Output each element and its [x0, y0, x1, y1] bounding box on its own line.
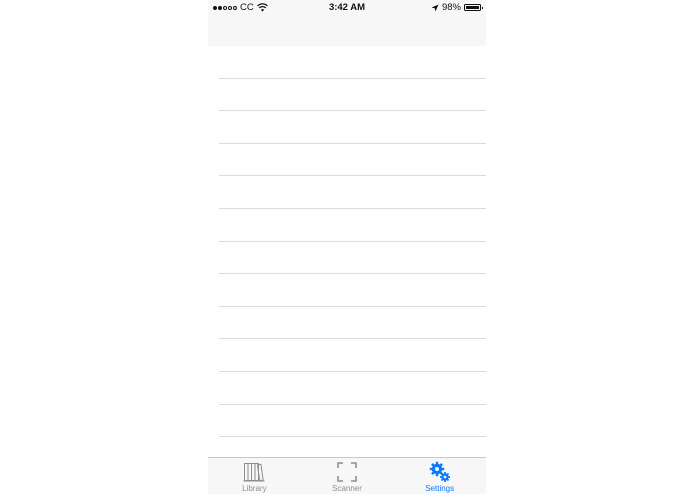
books-icon	[243, 463, 265, 482]
table-row[interactable]	[219, 242, 486, 275]
tab-library-label: Library	[242, 484, 267, 493]
tab-scanner-label: Scanner	[332, 484, 362, 493]
tab-scanner[interactable]: Scanner	[301, 458, 394, 494]
tab-library[interactable]: Library	[208, 458, 301, 494]
table-row[interactable]	[219, 144, 486, 177]
tab-settings[interactable]: Settings	[393, 458, 486, 494]
gears-icon	[429, 461, 450, 482]
location-arrow-icon	[431, 4, 439, 11]
scan-frame-icon	[337, 462, 357, 482]
battery-level	[465, 5, 479, 10]
battery-icon	[464, 4, 483, 11]
table-row[interactable]	[219, 339, 486, 372]
table-row[interactable]	[219, 176, 486, 209]
table-row[interactable]	[219, 372, 486, 405]
table-row[interactable]	[219, 46, 486, 79]
table-row[interactable]	[219, 111, 486, 144]
battery-percentage: 98%	[441, 2, 461, 13]
tab-bar: Library Scanner Settings	[208, 457, 486, 494]
status-right: 98%	[431, 2, 483, 13]
table-row[interactable]	[219, 209, 486, 242]
table-row[interactable]	[219, 79, 486, 112]
table-row[interactable]	[219, 307, 486, 340]
table-row[interactable]	[219, 405, 486, 438]
status-bar: CC 3:42 AM 98%	[208, 0, 486, 14]
table-row[interactable]	[219, 274, 486, 307]
navigation-bar	[208, 14, 486, 46]
phone-screen: CC 3:42 AM 98% Library Scanner Settings	[208, 0, 486, 494]
settings-table[interactable]	[208, 46, 486, 457]
tab-settings-label: Settings	[425, 484, 455, 493]
